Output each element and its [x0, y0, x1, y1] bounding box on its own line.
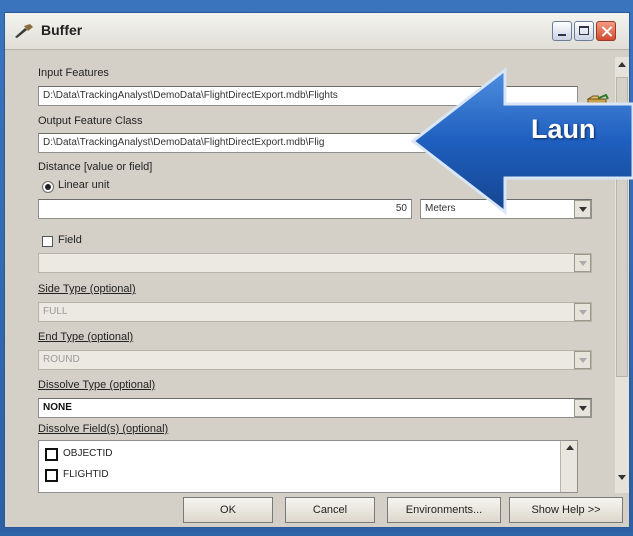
side-type-label: Side Type (optional) [38, 283, 136, 295]
objectid-checkbox[interactable] [45, 448, 58, 461]
linear-unit-radio[interactable] [42, 181, 54, 193]
dialog-scrollbar[interactable] [615, 57, 629, 493]
chevron-down-icon [574, 303, 591, 321]
open-folder-icon[interactable] [587, 94, 609, 114]
chevron-down-icon [574, 254, 591, 272]
chevron-up-icon[interactable] [618, 62, 626, 67]
linear-unit-label: Linear unit [58, 179, 110, 191]
list-item: FLIGHTID [63, 469, 109, 480]
dissolve-type-label: Dissolve Type (optional) [38, 379, 156, 391]
environments-button[interactable]: Environments... [387, 497, 501, 523]
output-feature-class-field[interactable]: D:\Data\TrackingAnalyst\DemoData\FlightD… [38, 133, 578, 153]
list-scrollbar[interactable] [560, 441, 577, 492]
distance-label: Distance [value or field] [38, 161, 153, 173]
distance-field-select[interactable] [38, 253, 592, 273]
chevron-down-icon [574, 351, 591, 369]
show-help-button[interactable]: Show Help >> [509, 497, 623, 523]
cancel-button[interactable]: Cancel [285, 497, 375, 523]
input-features-field[interactable]: D:\Data\TrackingAnalyst\DemoData\FlightD… [38, 86, 578, 106]
title-bar: Buffer [5, 13, 629, 50]
side-type-select[interactable]: FULL [38, 302, 592, 322]
flightid-checkbox[interactable] [45, 469, 58, 482]
ok-button[interactable]: OK [183, 497, 273, 523]
minimize-button[interactable] [552, 21, 572, 41]
close-button[interactable] [596, 21, 616, 41]
output-feature-class-label: Output Feature Class [38, 115, 143, 127]
dissolve-fields-label: Dissolve Field(s) (optional) [38, 423, 169, 435]
chevron-down-icon[interactable] [574, 399, 591, 417]
dissolve-fields-list[interactable]: OBJECTID FLIGHTID [38, 440, 578, 493]
list-item: OBJECTID [63, 448, 113, 459]
maximize-button[interactable] [574, 21, 594, 41]
buffer-dialog: Buffer Input Features D:\Data\TrackingAn… [4, 12, 630, 528]
field-checkbox[interactable] [42, 236, 53, 247]
tool-parameters-panel: Input Features D:\Data\TrackingAnalyst\D… [28, 57, 611, 493]
end-type-select[interactable]: ROUND [38, 350, 592, 370]
chevron-up-icon[interactable] [566, 445, 574, 450]
distance-value-input[interactable]: 50 [38, 199, 412, 219]
window-title: Buffer [41, 22, 83, 38]
chevron-down-icon[interactable] [574, 200, 591, 218]
chevron-down-icon[interactable] [618, 475, 626, 480]
input-features-label: Input Features [38, 67, 109, 79]
dissolve-type-select[interactable]: NONE [38, 398, 592, 418]
field-option-label: Field [58, 234, 82, 246]
end-type-label: End Type (optional) [38, 331, 134, 343]
dialog-button-row: OK Cancel Environments... Show Help >> [5, 497, 629, 527]
buffer-tool-icon [15, 24, 33, 38]
scrollbar-thumb[interactable] [616, 77, 628, 377]
distance-unit-select[interactable]: Meters [420, 199, 592, 219]
